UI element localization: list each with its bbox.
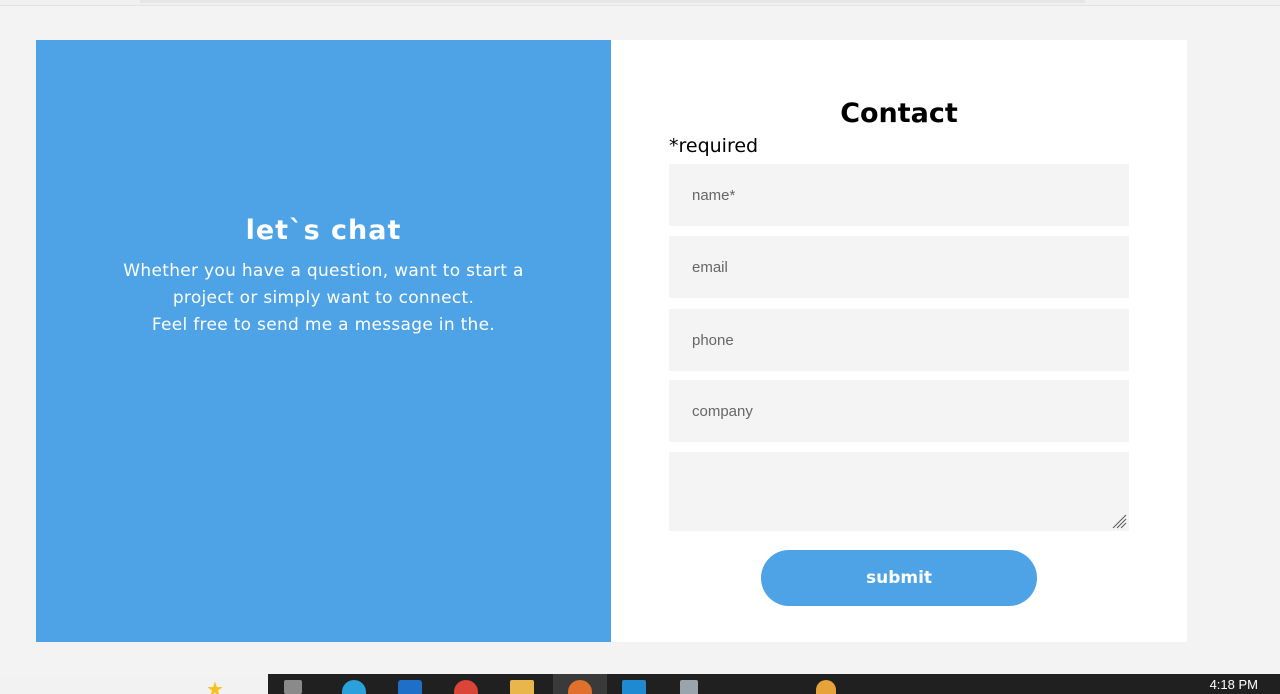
mail-icon[interactable] — [398, 680, 422, 694]
submit-button[interactable]: submit — [761, 550, 1037, 606]
phone-input[interactable] — [669, 309, 1129, 371]
folder-icon[interactable] — [510, 680, 534, 694]
email-input[interactable] — [669, 236, 1129, 298]
task-view-icon[interactable] — [284, 680, 302, 694]
contact-form: Contact *required submit — [611, 40, 1187, 642]
intro-line-3: Feel free to send me a message in the. — [151, 315, 496, 335]
contact-card: let`s chat Whether you have a question, … — [36, 40, 1187, 642]
intro-content: let`s chat Whether you have a question, … — [36, 215, 611, 339]
star-icon[interactable]: ★ — [206, 679, 224, 694]
intro-panel: let`s chat Whether you have a question, … — [36, 40, 611, 642]
name-input[interactable] — [669, 164, 1129, 226]
resize-grip-icon[interactable] — [1111, 513, 1127, 529]
taskbar-search-area[interactable]: ★ — [0, 674, 268, 694]
address-bar-edge — [140, 0, 1085, 3]
taskbar: ★ 4:18 PM — [0, 674, 1280, 694]
intro-line-2: project or simply want to connect. — [172, 288, 475, 308]
browser-top-strip — [0, 0, 1280, 6]
intro-line-1: Whether you have a question, want to sta… — [123, 261, 524, 281]
active-app-highlight[interactable] — [553, 674, 607, 694]
form-title: Contact — [840, 98, 958, 129]
message-textarea[interactable] — [669, 452, 1129, 531]
company-input[interactable] — [669, 380, 1129, 442]
chrome-icon[interactable] — [454, 680, 478, 694]
telegram-icon[interactable] — [342, 680, 366, 694]
app-icon[interactable] — [680, 680, 698, 694]
notification-icon[interactable] — [816, 680, 836, 694]
vscode-icon[interactable] — [622, 680, 646, 694]
firefox-icon — [568, 680, 592, 694]
system-clock[interactable]: 4:18 PM — [1210, 677, 1258, 692]
required-note: *required — [669, 135, 759, 157]
intro-title: let`s chat — [245, 215, 402, 246]
